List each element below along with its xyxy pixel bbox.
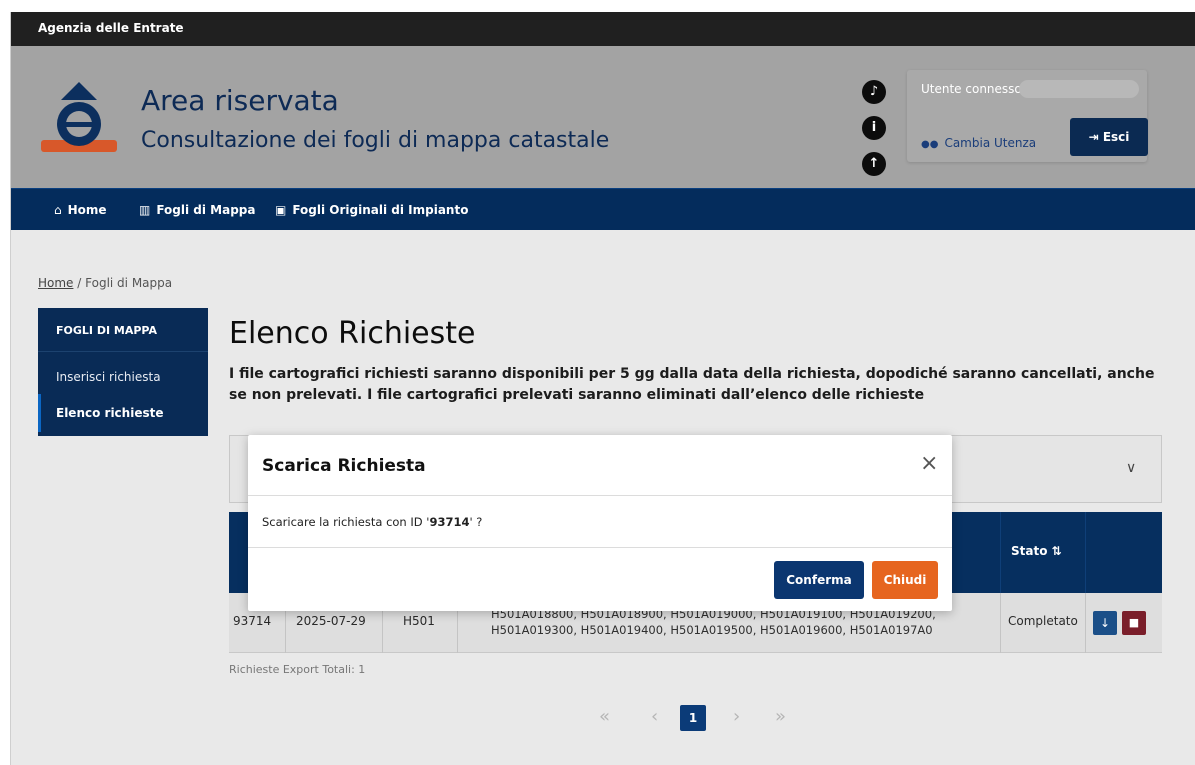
close-button[interactable]: Chiudi	[872, 561, 938, 599]
sidebar-header: FOGLI DI MAPPA	[38, 308, 208, 352]
agency-name[interactable]: Agenzia delle Entrate	[38, 21, 184, 35]
nav-item-fogli-di-mappa[interactable]: ▥ Fogli di Mappa	[139, 203, 256, 217]
home-icon: ⌂	[54, 203, 62, 217]
download-button[interactable]: ↓	[1093, 611, 1117, 635]
main-navbar: ⌂ Home ▥ Fogli di Mappa ▣ Fogli Originali d…	[11, 188, 1195, 230]
breadcrumb: Home / Fogli di Mappa	[38, 276, 172, 290]
download-icon: ↓	[1099, 616, 1111, 630]
info-icon[interactable]: i	[862, 116, 886, 140]
modal-divider	[248, 547, 952, 548]
agency-topbar: Agenzia delle Entrate	[11, 12, 1195, 46]
page-title: Elenco Richieste	[229, 316, 476, 351]
modal-message-suffix: ' ?	[469, 515, 483, 529]
site-header: Area riservata Consultazione dei fogli d…	[11, 46, 1195, 188]
user-panel: Utente connesso: ●● Cambia Utenza ⇥ Esci	[907, 70, 1148, 162]
cell-sheets-line: H501A019300, H501A019400, H501A019500, H…	[491, 623, 933, 637]
download-request-modal: Scarica Richiesta × Scaricare la richies…	[248, 435, 952, 611]
breadcrumb-current: Fogli di Mappa	[85, 276, 173, 290]
sidebar-item-elenco[interactable]: Elenco richieste	[56, 406, 163, 420]
logout-icon: ⇥	[1088, 130, 1099, 144]
switch-user-label: Cambia Utenza	[944, 136, 1037, 150]
delete-button[interactable]: ■	[1122, 611, 1146, 635]
user-connected-label: Utente connesso:	[921, 82, 1026, 96]
modal-title: Scarica Richiesta	[262, 456, 426, 476]
modal-request-id: 93714	[429, 515, 470, 529]
total-count: Richieste Export Totali: 1	[229, 663, 366, 676]
user-name-redacted	[1019, 80, 1139, 98]
logout-label: Esci	[1102, 130, 1130, 144]
pagination-page-1[interactable]: 1	[680, 705, 706, 731]
sidebar-active-indicator	[38, 394, 41, 432]
pagination-prev[interactable]: ‹	[651, 706, 658, 727]
modal-message-prefix: Scaricare la richiesta con ID '	[262, 515, 430, 529]
nav-item-label: Fogli di Mappa	[156, 203, 256, 217]
bell-icon[interactable]: ♪	[862, 80, 886, 104]
image-icon: ▣	[275, 203, 287, 217]
pagination-last[interactable]: »	[775, 706, 786, 727]
table-header-divider	[1085, 512, 1086, 593]
pagination-first[interactable]: «	[599, 706, 610, 727]
users-icon: ●●	[921, 139, 939, 150]
modal-message: Scaricare la richiesta con ID '93714' ?	[262, 515, 482, 529]
page-header-subtitle: Consultazione dei fogli di mappa catasta…	[141, 128, 610, 153]
switch-user-link[interactable]: ●● Cambia Utenza	[921, 136, 1036, 150]
browser-page: Agenzia delle Entrate Area riservata Con…	[10, 12, 1195, 765]
nav-item-label: Home	[67, 203, 107, 217]
sidebar: FOGLI DI MAPPA Inserisci richiesta Elenc…	[38, 308, 208, 436]
sidebar-item-inserisci[interactable]: Inserisci richiesta	[56, 370, 161, 384]
cell-date: 2025-07-29	[296, 614, 366, 628]
pagination-next[interactable]: ›	[733, 706, 740, 727]
close-icon[interactable]: ×	[920, 451, 938, 476]
breadcrumb-separator: /	[77, 276, 82, 290]
trash-icon: ■	[1128, 616, 1140, 629]
cell-divider	[1085, 593, 1086, 653]
cell-status: Completato	[1008, 614, 1078, 628]
upload-icon[interactable]: ↑	[862, 152, 886, 176]
modal-divider	[248, 495, 952, 496]
logout-button[interactable]: ⇥ Esci	[1070, 118, 1148, 156]
chevron-down-icon[interactable]: ∨	[1126, 460, 1136, 476]
cell-code: H501	[403, 614, 435, 628]
nav-item-home[interactable]: ⌂ Home	[54, 203, 107, 217]
nav-item-fogli-originali[interactable]: ▣ Fogli Originali di Impianto	[275, 203, 468, 217]
cell-id: 93714	[233, 614, 272, 628]
nav-item-label: Fogli Originali di Impianto	[292, 203, 469, 217]
table-header-divider	[1000, 512, 1001, 593]
agenzia-logo-icon[interactable]	[37, 80, 121, 158]
column-header-stato[interactable]: Stato ⇅	[1011, 544, 1062, 558]
map-icon: ▥	[139, 203, 151, 217]
page-description: I file cartografici richiesti saranno di…	[229, 366, 1155, 403]
page-header-title: Area riservata	[141, 84, 339, 117]
confirm-button[interactable]: Conferma	[774, 561, 864, 599]
breadcrumb-home-link[interactable]: Home	[38, 276, 73, 290]
